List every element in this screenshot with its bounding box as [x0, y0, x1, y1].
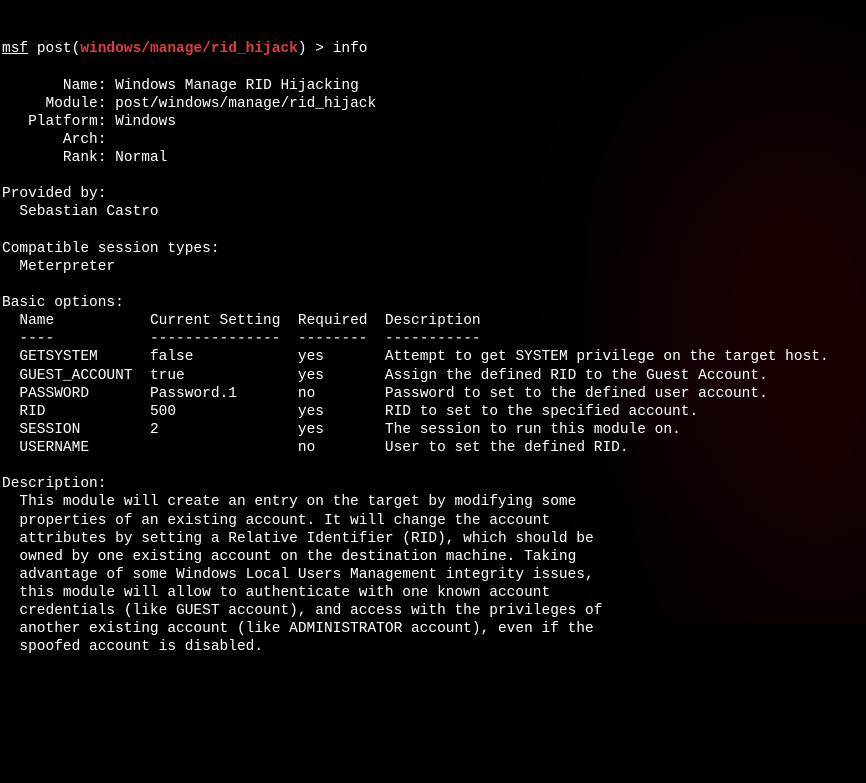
command-input[interactable]: info — [333, 41, 368, 57]
prompt-module: windows/manage/rid_hijack — [80, 41, 298, 57]
table-row: GETSYSTEM false yes Attempt to get SYSTE… — [2, 349, 829, 365]
info-platform-line: Platform: Windows — [2, 114, 176, 130]
table-row: PASSWORD Password.1 no Password to set t… — [2, 386, 768, 402]
table-row: RID 500 yes RID to set to the specified … — [2, 404, 698, 420]
info-arch-line: Arch: — [2, 132, 115, 148]
session-types-header: Compatible session types: — [2, 241, 220, 257]
prompt-context: post — [37, 41, 72, 57]
session-types-value: Meterpreter — [2, 259, 115, 275]
options-table-divider: ---- --------------- -------- ----------… — [2, 331, 481, 347]
options-table-header: Name Current Setting Required Descriptio… — [2, 313, 481, 329]
description-line: spoofed account is disabled. — [2, 639, 263, 655]
info-rank-line: Rank: Normal — [2, 150, 167, 166]
provided-by-header: Provided by: — [2, 186, 106, 202]
prompt-msf: msf — [2, 41, 28, 57]
description-line: another existing account (like ADMINISTR… — [2, 621, 602, 637]
table-row: SESSION 2 yes The session to run this mo… — [2, 422, 681, 438]
description-line: properties of an existing account. It wi… — [2, 513, 559, 529]
info-module-line: Module: post/windows/manage/rid_hijack — [2, 96, 376, 112]
description-line: this module will allow to authenticate w… — [2, 585, 559, 601]
description-line: credentials (like GUEST account), and ac… — [2, 603, 611, 619]
info-name-line: Name: Windows Manage RID Hijacking — [2, 78, 359, 94]
table-row: GUEST_ACCOUNT true yes Assign the define… — [2, 368, 768, 384]
description-line: This module will create an entry on the … — [2, 494, 585, 510]
provided-by-value: Sebastian Castro — [2, 204, 159, 220]
description-line: advantage of some Windows Local Users Ma… — [2, 567, 602, 583]
basic-options-header: Basic options: — [2, 295, 124, 311]
description-line: attributes by setting a Relative Identif… — [2, 531, 602, 547]
table-row: USERNAME no User to set the defined RID. — [2, 440, 629, 456]
description-line: owned by one existing account on the des… — [2, 549, 585, 565]
description-header: Description: — [2, 476, 106, 492]
prompt-line: msf post(windows/manage/rid_hijack) > in… — [2, 41, 368, 57]
